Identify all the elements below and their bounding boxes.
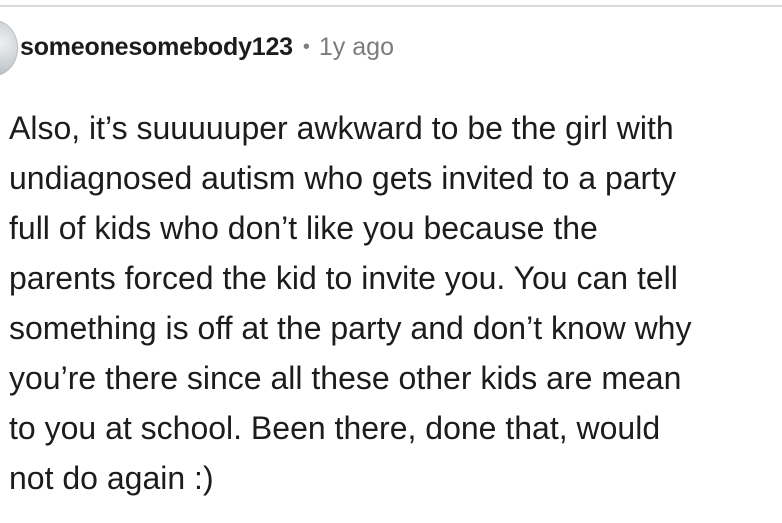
comment-body-line: not do again :) <box>9 460 214 496</box>
comment-body-line: Also, it’s suuuuuper awkward to be the g… <box>9 110 674 146</box>
comment: someonesomebody123 • 1y ago Also, it’s s… <box>0 0 782 523</box>
comment-body-line: parents forced the kid to invite you. Yo… <box>9 260 678 296</box>
comment-body-line: undiagnosed autism who gets invited to a… <box>9 160 677 196</box>
avatar[interactable] <box>0 20 18 76</box>
username-link[interactable]: someonesomebody123 <box>20 33 293 62</box>
meta-separator: • <box>302 35 310 58</box>
comment-body-line: you’re there since all these other kids … <box>9 360 682 396</box>
timestamp[interactable]: 1y ago <box>319 33 394 62</box>
comment-body-line: full of kids who don’t like you because … <box>9 210 598 246</box>
comment-body: Also, it’s suuuuuper awkward to be the g… <box>9 103 779 503</box>
comment-meta: someonesomebody123 • 1y ago <box>20 28 394 66</box>
comment-body-line: something is off at the party and don’t … <box>9 310 692 346</box>
comment-body-line: to you at school. Been there, done that,… <box>9 410 661 446</box>
